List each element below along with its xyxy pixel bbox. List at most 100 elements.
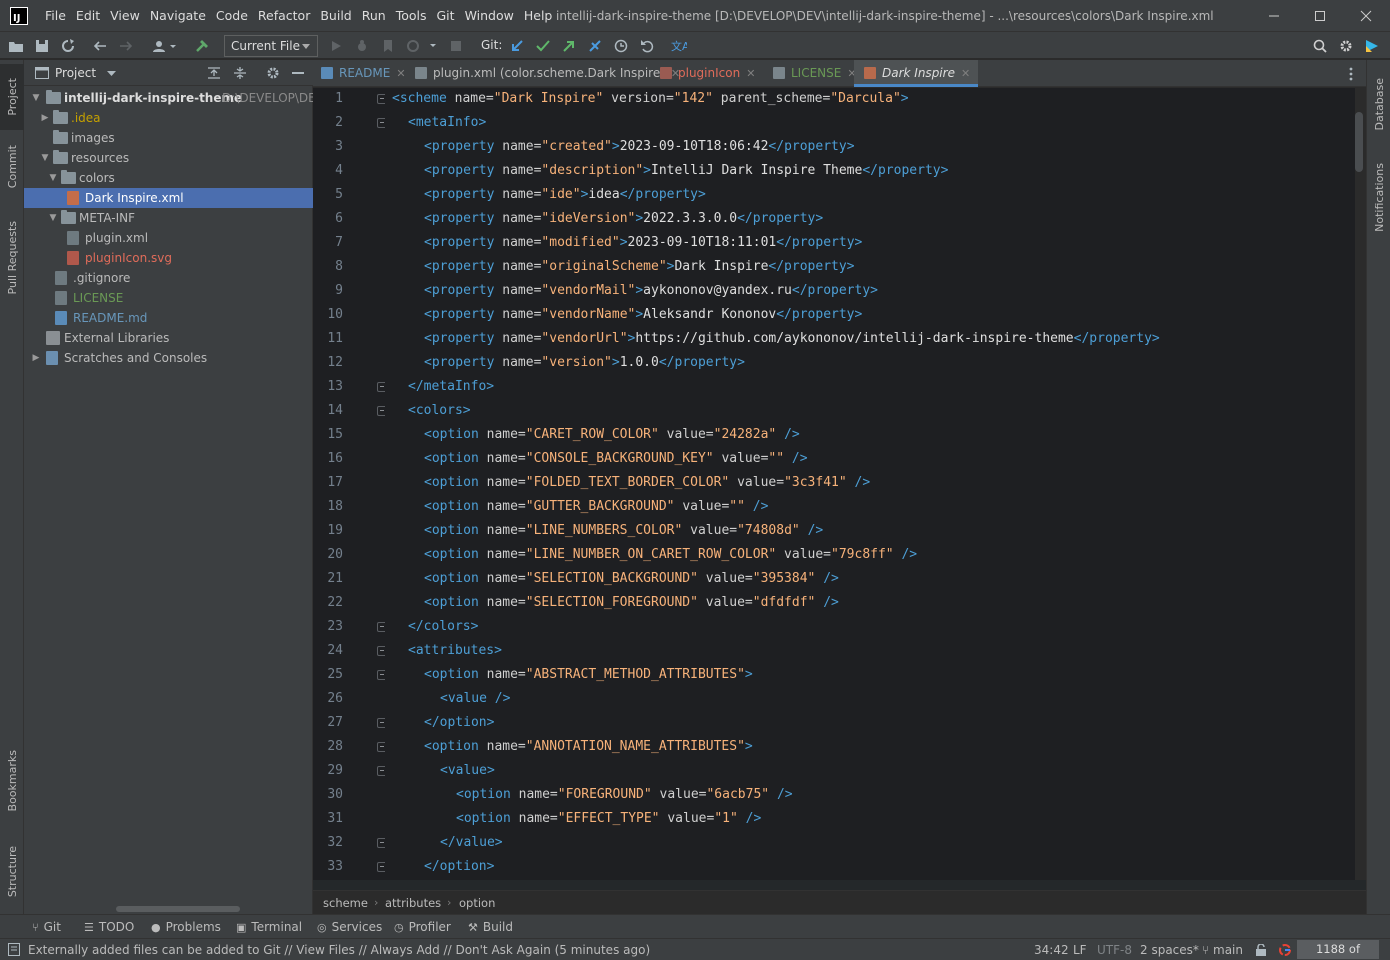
line-number[interactable]: 27 [313, 711, 343, 735]
line-number[interactable]: 23 [313, 615, 343, 639]
build-hammer-icon[interactable] [192, 36, 212, 56]
memory-indicator[interactable]: 1188 of 2016M [1297, 940, 1379, 959]
tool-tab-database[interactable]: Database [1367, 64, 1390, 144]
tree-item-scratches[interactable]: ▶ Scratches and Consoles [24, 348, 313, 368]
back-arrow-icon[interactable] [90, 36, 110, 56]
fold-toggle-icon[interactable] [377, 838, 385, 848]
code-editor[interactable]: ✔ 21 ⌃ ⌄ <scheme name="Dark Inspire" ver… [385, 88, 1355, 890]
collapse-all-icon[interactable] [233, 66, 247, 80]
editor-tab-license[interactable]: LICENSE ✕ [773, 60, 857, 87]
chevron-down-icon[interactable]: ▼ [48, 168, 58, 188]
close-tab-icon[interactable]: ✕ [961, 67, 970, 80]
tool-tab-bookmarks[interactable]: Bookmarks [0, 740, 24, 822]
editor-tab-readme[interactable]: README ✕ [321, 60, 406, 87]
minimize-icon[interactable] [1251, 0, 1297, 32]
line-number[interactable]: 18 [313, 495, 343, 519]
line-number[interactable]: 12 [313, 351, 343, 375]
fold-toggle-icon[interactable] [377, 382, 385, 392]
chevron-down-icon[interactable] [107, 71, 116, 77]
tool-tab-build[interactable]: ⚒ Build [468, 915, 513, 939]
tree-item-colors[interactable]: ▼ colors [24, 168, 313, 188]
jetbrains-toolbox-icon[interactable] [1362, 36, 1382, 56]
git-update-icon[interactable] [507, 36, 527, 56]
tool-tab-project[interactable]: Project [0, 64, 24, 130]
fold-toggle-icon[interactable] [377, 622, 385, 632]
project-panel-title[interactable]: Project [55, 60, 96, 86]
file-encoding[interactable]: UTF-8 [1097, 939, 1132, 960]
line-number[interactable]: 33 [313, 855, 343, 879]
line-number[interactable]: 13 [313, 375, 343, 399]
forward-arrow-icon[interactable] [116, 36, 136, 56]
status-message[interactable]: Externally added files can be added to G… [28, 939, 650, 960]
line-number[interactable]: 7 [313, 231, 343, 255]
tool-tab-problems[interactable]: ● Problems [151, 915, 221, 939]
tool-tab-pull-requests[interactable]: Pull Requests [0, 212, 24, 304]
close-window-icon[interactable] [1343, 0, 1389, 32]
menu-code[interactable]: Code [211, 0, 253, 32]
vertical-scrollbar[interactable] [1355, 112, 1363, 172]
menu-edit[interactable]: Edit [71, 0, 105, 32]
git-commit-icon[interactable] [533, 36, 553, 56]
line-number[interactable]: 17 [313, 471, 343, 495]
lock-icon[interactable] [1255, 944, 1267, 956]
save-all-icon[interactable] [32, 36, 52, 56]
line-number[interactable]: 2 [313, 111, 343, 135]
history-clock-icon[interactable] [611, 36, 631, 56]
chevron-right-icon[interactable]: ▶ [40, 108, 50, 128]
editor-tab-plugin-icon[interactable]: pluginIcon ✕ [660, 60, 755, 87]
line-number[interactable]: 30 [313, 783, 343, 807]
fold-toggle-icon[interactable] [377, 94, 385, 104]
tree-item-images[interactable]: images [24, 128, 313, 148]
user-account-icon[interactable] [150, 36, 180, 56]
line-number[interactable]: 6 [313, 207, 343, 231]
close-tab-icon[interactable]: ✕ [396, 67, 405, 80]
line-number[interactable]: 20 [313, 543, 343, 567]
settings-gear-icon[interactable] [1336, 36, 1356, 56]
tree-item-dark-inspire-xml[interactable]: Dark Inspire.xml [24, 188, 313, 208]
menu-view[interactable]: View [105, 0, 145, 32]
tool-tab-services[interactable]: ◎ Services [317, 915, 382, 939]
line-number[interactable]: 32 [313, 831, 343, 855]
close-tab-icon[interactable]: ✕ [746, 67, 755, 80]
git-push-icon[interactable] [559, 36, 579, 56]
line-number[interactable]: 19 [313, 519, 343, 543]
line-number[interactable]: 11 [313, 327, 343, 351]
git-branches-icon[interactable] [585, 36, 605, 56]
line-number[interactable]: 26 [313, 687, 343, 711]
fold-toggle-icon[interactable] [377, 406, 385, 416]
rollback-icon[interactable] [637, 36, 657, 56]
tree-item-readme[interactable]: README.md [24, 308, 313, 328]
menu-git[interactable]: Git [432, 0, 460, 32]
fold-toggle-icon[interactable] [377, 742, 385, 752]
chevron-down-icon[interactable]: ▼ [40, 148, 50, 168]
hide-panel-icon[interactable] [292, 72, 304, 75]
line-number[interactable]: 1 [313, 88, 343, 111]
tree-item-external-libraries[interactable]: External Libraries [24, 328, 313, 348]
line-number[interactable]: 3 [313, 135, 343, 159]
event-log-icon[interactable] [8, 943, 20, 956]
maximize-icon[interactable] [1297, 0, 1343, 32]
tool-tab-profiler[interactable]: ◷ Profiler [394, 915, 451, 939]
horizontal-scrollbar[interactable] [116, 906, 240, 912]
line-number[interactable]: 15 [313, 423, 343, 447]
line-number[interactable]: 8 [313, 255, 343, 279]
open-folder-icon[interactable] [6, 36, 26, 56]
line-number[interactable]: 14 [313, 399, 343, 423]
caret-position[interactable]: 34:42 [1034, 939, 1069, 960]
tree-item-plugin-xml[interactable]: plugin.xml [24, 228, 313, 248]
more-tabs-icon[interactable] [1349, 67, 1353, 81]
panel-settings-icon[interactable] [266, 66, 280, 80]
fold-toggle-icon[interactable] [377, 766, 385, 776]
menu-tools[interactable]: Tools [391, 0, 432, 32]
tree-item-resources[interactable]: ▼ resources [24, 148, 313, 168]
tool-tab-structure[interactable]: Structure [0, 834, 24, 910]
google-icon[interactable] [1279, 944, 1291, 956]
menu-build[interactable]: Build [315, 0, 356, 32]
menu-help[interactable]: Help [519, 0, 558, 32]
menu-navigate[interactable]: Navigate [145, 0, 211, 32]
tree-item-meta-inf[interactable]: ▼ META-INF [24, 208, 313, 228]
breadcrumb-item-option[interactable]: option [459, 891, 495, 915]
run-configuration-dropdown[interactable]: Current File [224, 35, 318, 57]
tree-item-project-root[interactable]: ▼ intellij-dark-inspire-theme D:\DEVELOP\D… [24, 88, 328, 108]
fold-toggle-icon[interactable] [377, 670, 385, 680]
